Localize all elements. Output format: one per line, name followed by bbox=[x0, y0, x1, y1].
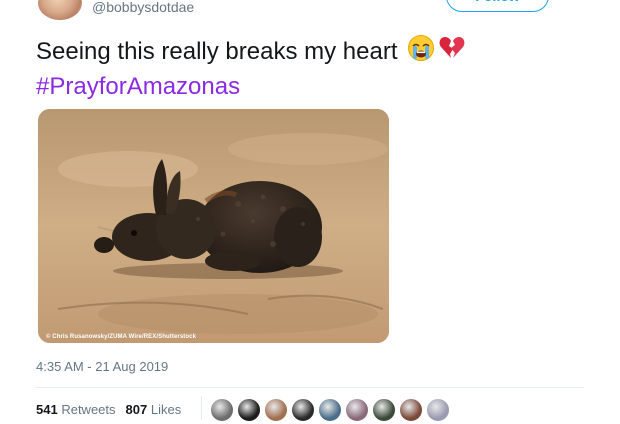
stats-divider bbox=[36, 387, 584, 388]
tweet-timestamp[interactable]: 4:35 AM - 21 Aug 2019 bbox=[36, 359, 168, 374]
tweet-stats: 541 Retweets 807 Likes bbox=[36, 402, 181, 417]
tweet-media-photo[interactable]: © Chris Rusanowsky/ZUMA Wire/REX/Shutter… bbox=[38, 109, 389, 343]
likes-label: Likes bbox=[150, 402, 182, 417]
likes-count: 807 bbox=[125, 402, 148, 417]
likes-stat[interactable]: 807 Likes bbox=[126, 402, 182, 417]
tweet-text-line: Seeing this really breaks my heart bbox=[36, 34, 596, 71]
liker-avatar[interactable] bbox=[426, 398, 450, 422]
author-avatar[interactable] bbox=[38, 0, 82, 20]
author-handle[interactable]: @bobbysdotdae bbox=[92, 0, 194, 15]
liker-avatar[interactable] bbox=[264, 398, 288, 422]
stats-separator bbox=[201, 396, 202, 420]
retweets-stat[interactable]: 541 Retweets bbox=[36, 402, 116, 417]
liker-avatar[interactable] bbox=[399, 398, 423, 422]
tweet-text-body: Seeing this really breaks my heart bbox=[36, 38, 398, 65]
image-credit: © Chris Rusanowsky/ZUMA Wire/REX/Shutter… bbox=[46, 334, 197, 340]
follow-button[interactable]: Follow bbox=[446, 0, 549, 12]
loudly-crying-face-icon bbox=[406, 34, 436, 71]
liker-avatar[interactable] bbox=[372, 398, 396, 422]
liker-avatar[interactable] bbox=[345, 398, 369, 422]
hashtag-link[interactable]: #PrayforAmazonas bbox=[36, 71, 596, 103]
liker-avatar[interactable] bbox=[318, 398, 342, 422]
liker-avatar[interactable] bbox=[291, 398, 315, 422]
retweets-label: Retweets bbox=[61, 402, 116, 417]
liker-avatar[interactable] bbox=[237, 398, 261, 422]
liker-avatar[interactable] bbox=[210, 398, 234, 422]
broken-heart-icon bbox=[438, 34, 466, 71]
retweets-count: 541 bbox=[36, 402, 58, 417]
tweet-text: Seeing this really breaks my heart #Pray… bbox=[36, 34, 596, 103]
